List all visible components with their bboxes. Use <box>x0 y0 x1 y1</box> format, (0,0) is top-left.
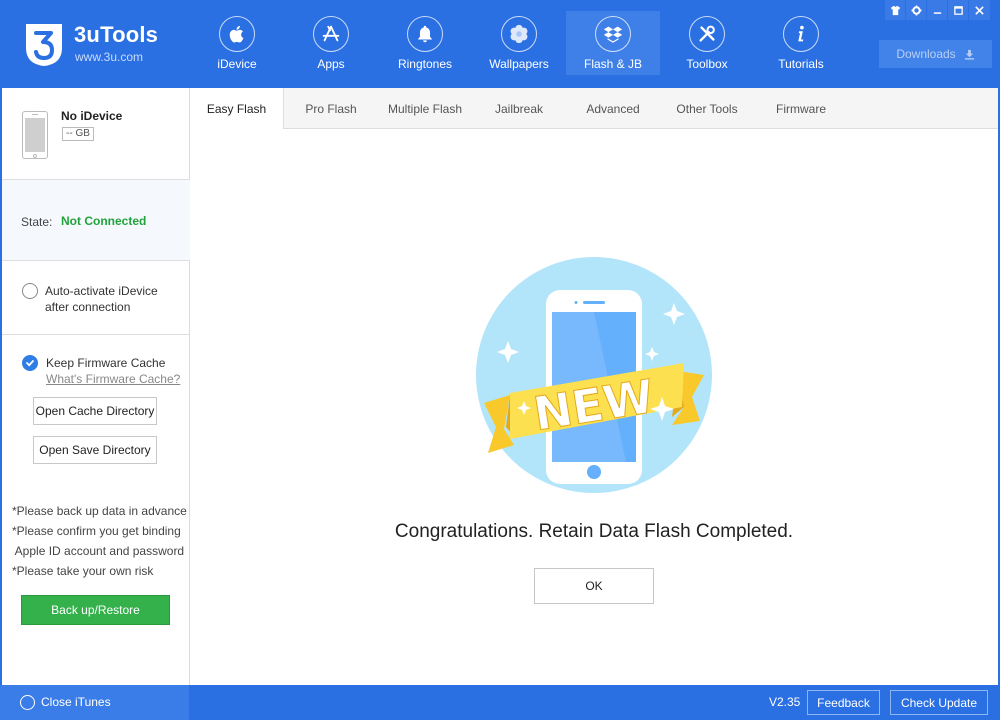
version-label: V2.35 <box>769 695 801 709</box>
checkmark-icon <box>26 360 34 367</box>
nav-label: iDevice <box>217 57 257 71</box>
nav-ringtones[interactable]: Ringtones <box>378 11 472 75</box>
phone-icon <box>22 111 48 159</box>
tab-easy-flash[interactable]: Easy Flash <box>190 88 284 130</box>
device-capacity: -- GB <box>62 127 94 141</box>
nav-idevice[interactable]: iDevice <box>190 11 284 75</box>
minimize-icon <box>933 11 941 14</box>
nav-wallpapers[interactable]: Wallpapers <box>472 11 566 75</box>
flash-tabs: Easy Flash Pro Flash Multiple Flash Jail… <box>190 88 998 130</box>
connection-state: State: Not Connected <box>2 180 190 261</box>
maximize-icon <box>953 5 963 15</box>
close-icon <box>975 5 984 15</box>
auto-activate-label[interactable]: Auto-activate iDevice after connection <box>45 283 158 315</box>
backup-restore-button[interactable]: Back up/Restore <box>21 595 170 625</box>
downloads-button[interactable]: Downloads <box>879 40 992 68</box>
close-itunes-area: Close iTunes <box>0 685 189 720</box>
close-itunes-label[interactable]: Close iTunes <box>41 695 111 709</box>
completion-message: Congratulations. Retain Data Flash Compl… <box>394 521 794 542</box>
skin-button[interactable] <box>885 0 905 20</box>
tools-icon <box>699 25 715 42</box>
state-label: State: <box>21 215 53 229</box>
tab-pro-flash[interactable]: Pro Flash <box>284 88 378 129</box>
nav-label: Apps <box>317 57 345 71</box>
nav-label: Flash & JB <box>583 57 643 71</box>
phone-home-button <box>587 465 601 479</box>
maximize-button[interactable] <box>948 0 968 20</box>
apple-icon <box>229 25 244 43</box>
nav-label: Tutorials <box>778 57 824 71</box>
app-name: 3uTools <box>74 22 159 47</box>
app-store-icon <box>322 25 340 42</box>
tab-firmware[interactable]: Firmware <box>754 88 848 129</box>
downloads-label: Downloads <box>896 47 956 61</box>
nav-label: Toolbox <box>686 57 728 71</box>
download-icon <box>964 49 974 60</box>
nav-apps[interactable]: Apps <box>284 11 378 75</box>
open-cache-directory-button[interactable]: Open Cache Directory <box>33 397 157 425</box>
app-url: www.3u.com <box>75 50 144 64</box>
check-update-button[interactable]: Check Update <box>890 690 988 715</box>
box-icon <box>603 26 623 43</box>
device-sidebar: No iDevice -- GB State: Not Connected Au… <box>0 88 190 685</box>
keep-cache-checkbox[interactable] <box>22 355 38 371</box>
device-info: No iDevice -- GB <box>2 88 190 180</box>
title-bar: 3uTools www.3u.com iDevice Apps Ringtone… <box>0 0 1000 88</box>
3utools-logo-icon <box>26 24 62 66</box>
tab-multiple-flash[interactable]: Multiple Flash <box>378 88 472 129</box>
auto-activate-radio[interactable] <box>22 283 38 299</box>
skin-icon <box>890 5 900 15</box>
info-icon <box>798 25 804 42</box>
nav-label: Wallpapers <box>489 57 549 71</box>
firmware-cache-help-link[interactable]: What's Firmware Cache? <box>46 372 180 386</box>
tab-jailbreak[interactable]: Jailbreak <box>472 88 566 129</box>
window-controls <box>884 0 990 20</box>
bell-icon <box>418 25 432 43</box>
state-value: Not Connected <box>61 214 147 228</box>
close-itunes-radio[interactable] <box>20 695 35 710</box>
tab-other-tools[interactable]: Other Tools <box>660 88 754 129</box>
nav-toolbox[interactable]: Toolbox <box>660 11 754 75</box>
nav-label: Ringtones <box>397 57 453 71</box>
nav-tutorials[interactable]: Tutorials <box>754 11 848 75</box>
new-phone-illustration: NEW <box>476 257 712 493</box>
main-nav: iDevice Apps Ringtones Wallpapers Flash … <box>190 11 848 75</box>
minimize-button[interactable] <box>927 0 947 20</box>
auto-activate-line2: after connection <box>45 300 131 314</box>
ok-button[interactable]: OK <box>534 568 654 604</box>
auto-activate-option: Auto-activate iDevice after connection <box>2 261 190 335</box>
keep-cache-label[interactable]: Keep Firmware Cache <box>46 356 165 370</box>
flower-icon <box>510 24 528 44</box>
auto-activate-line1: Auto-activate iDevice <box>45 284 158 298</box>
settings-icon <box>910 4 922 16</box>
device-name: No iDevice <box>61 109 123 123</box>
tab-advanced[interactable]: Advanced <box>566 88 660 129</box>
feedback-button[interactable]: Feedback <box>807 690 880 715</box>
settings-button[interactable] <box>906 0 926 20</box>
nav-flash-jb[interactable]: Flash & JB <box>566 11 660 75</box>
flash-notes: *Please back up data in advance *Please … <box>12 504 187 578</box>
close-button[interactable] <box>969 0 990 20</box>
status-bar: Close iTunes V2.35 Feedback Check Update <box>0 685 1000 720</box>
open-save-directory-button[interactable]: Open Save Directory <box>33 436 157 464</box>
